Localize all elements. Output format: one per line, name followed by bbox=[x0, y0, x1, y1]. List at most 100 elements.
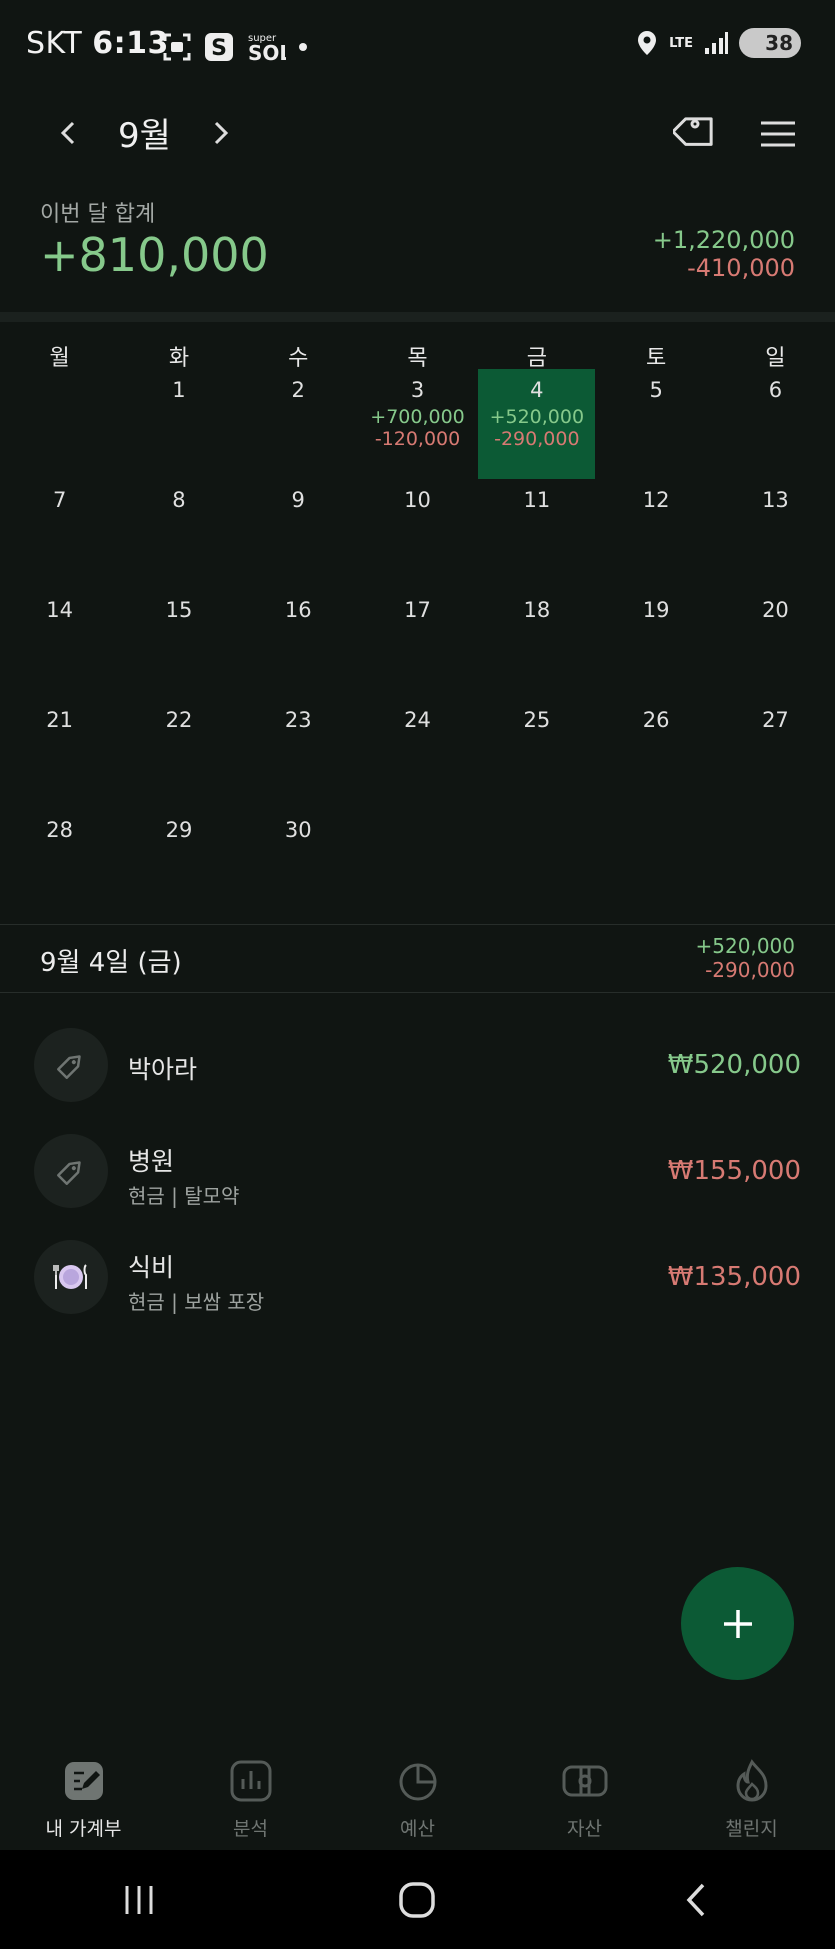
add-transaction-button[interactable] bbox=[681, 1567, 794, 1680]
divider bbox=[0, 924, 835, 925]
network-label: LTE bbox=[669, 35, 693, 51]
battery-level: 38 bbox=[765, 31, 793, 55]
monthly-expense: -410,000 bbox=[687, 254, 795, 282]
calendar-day[interactable]: 21 bbox=[0, 706, 119, 816]
calendar-day[interactable]: 4 +520,000 -290,000 bbox=[477, 369, 596, 486]
tab-challenge[interactable]: 챌린지 bbox=[668, 1740, 835, 1850]
day-number: 10 bbox=[404, 488, 431, 512]
weekday-label: 목 bbox=[407, 346, 428, 371]
plate-icon bbox=[53, 1264, 87, 1289]
selected-date-label: 9월 4일 (금) bbox=[40, 948, 182, 978]
s-app-icon: S bbox=[205, 33, 233, 61]
bar-chart-icon bbox=[226, 1756, 276, 1806]
calendar-day[interactable]: 15 bbox=[119, 596, 238, 706]
weekday-label: 화 bbox=[168, 346, 190, 371]
monthly-total: +810,000 bbox=[40, 228, 269, 282]
calendar-day[interactable]: 17 bbox=[358, 596, 477, 706]
day-number: 11 bbox=[523, 488, 551, 512]
calendar-day[interactable]: 18 bbox=[477, 596, 596, 706]
day-income: +520,000 bbox=[489, 406, 585, 428]
calendar-day[interactable]: 2 bbox=[239, 376, 358, 486]
calendar-day[interactable]: 20 bbox=[716, 596, 835, 706]
calendar-day[interactable]: 29 bbox=[119, 816, 238, 926]
calendar-day[interactable]: 5 bbox=[596, 376, 715, 486]
calendar-day[interactable]: 24 bbox=[358, 706, 477, 816]
day-number: 27 bbox=[762, 708, 789, 732]
day-number: 30 bbox=[284, 818, 312, 842]
bottom-tab-bar: 내 가계부 분석 예산 자산 챌린지 bbox=[0, 1740, 835, 1850]
day-number: 17 bbox=[404, 598, 431, 622]
calendar-day[interactable]: 23 bbox=[239, 706, 358, 816]
transaction-item[interactable]: 박아라 ₩520,000 bbox=[0, 1010, 835, 1116]
tab-label: 자산 bbox=[567, 1818, 602, 1840]
day-income: +700,000 bbox=[370, 406, 465, 428]
selected-day-expense: -290,000 bbox=[705, 958, 795, 982]
calendar-day[interactable]: 12 bbox=[596, 486, 715, 596]
day-number: 20 bbox=[762, 598, 789, 622]
notification-icons: S super SOL bbox=[162, 30, 308, 64]
calendar-day[interactable]: 7 bbox=[0, 486, 119, 596]
transaction-amount: ₩520,000 bbox=[667, 1050, 801, 1080]
selected-day-income: +520,000 bbox=[695, 934, 795, 958]
tab-label: 예산 bbox=[400, 1818, 435, 1840]
day-number: 14 bbox=[46, 598, 74, 622]
calendar-day[interactable]: 19 bbox=[596, 596, 715, 706]
transaction-title: 병원 bbox=[128, 1147, 175, 1176]
prev-month-button[interactable] bbox=[48, 113, 88, 153]
day-number: 26 bbox=[642, 708, 670, 732]
recent-apps-button[interactable] bbox=[0, 1882, 278, 1918]
divider bbox=[0, 992, 835, 993]
carrier-name: SKT bbox=[26, 26, 83, 61]
calendar-day[interactable]: 9 bbox=[239, 486, 358, 596]
calendar: 월 화 수 목 금 토 일 1 2 3 +700,000 -120,000 4 +520,0… bbox=[0, 340, 835, 926]
day-number: 16 bbox=[284, 598, 312, 622]
day-number: 5 bbox=[649, 378, 663, 402]
status-carrier: SKT 6:13 bbox=[26, 26, 169, 61]
screenshot-icon bbox=[163, 33, 191, 61]
day-number: 7 bbox=[52, 488, 67, 512]
transaction-item[interactable]: 식비 현금 | 보쌈 포장 ₩135,000 bbox=[0, 1222, 835, 1328]
calendar-day[interactable]: 30 bbox=[239, 816, 358, 926]
calendar-day[interactable]: 13 bbox=[716, 486, 835, 596]
calendar-day[interactable]: 8 bbox=[119, 486, 238, 596]
back-icon bbox=[686, 1883, 705, 1916]
calendar-day[interactable]: 16 bbox=[239, 596, 358, 706]
svg-text:SOL: SOL bbox=[248, 41, 286, 64]
calendar-day[interactable]: 22 bbox=[119, 706, 238, 816]
calendar-day[interactable]: 11 bbox=[477, 486, 596, 596]
tab-ledger[interactable]: 내 가계부 bbox=[0, 1740, 167, 1850]
tab-analysis[interactable]: 분석 bbox=[167, 1740, 334, 1850]
transaction-amount: ₩135,000 bbox=[667, 1262, 801, 1292]
calendar-day[interactable]: 25 bbox=[477, 706, 596, 816]
day-number: 9 bbox=[291, 488, 305, 512]
menu-button[interactable] bbox=[758, 116, 798, 152]
day-number: 24 bbox=[404, 708, 431, 732]
day-number: 13 bbox=[762, 488, 789, 512]
calendar-day[interactable]: 6 bbox=[716, 376, 835, 486]
category-tag-button[interactable] bbox=[672, 108, 722, 158]
home-icon bbox=[399, 1881, 436, 1918]
monthly-summary-label: 이번 달 합계 bbox=[40, 202, 156, 227]
home-button[interactable] bbox=[278, 1880, 556, 1920]
status-bar: SKT 6:13 S super SOL LTE 38 bbox=[0, 0, 835, 90]
next-month-button[interactable] bbox=[201, 113, 241, 153]
day-number: 8 bbox=[172, 488, 186, 512]
transaction-item[interactable]: 병원 현금 | 탈모약 ₩155,000 bbox=[0, 1116, 835, 1222]
calendar-day[interactable]: 27 bbox=[716, 706, 835, 816]
tab-assets[interactable]: 자산 bbox=[501, 1740, 668, 1850]
day-number: 18 bbox=[523, 598, 551, 622]
month-title[interactable]: 9월 bbox=[118, 108, 171, 157]
calendar-day[interactable]: 10 bbox=[358, 486, 477, 596]
tab-budget[interactable]: 예산 bbox=[334, 1740, 501, 1850]
monthly-income: +1,220,000 bbox=[652, 226, 795, 254]
back-button[interactable] bbox=[557, 1881, 835, 1919]
calendar-day[interactable]: 3 +700,000 -120,000 bbox=[358, 376, 477, 486]
calendar-day[interactable]: 28 bbox=[0, 816, 119, 926]
day-number: 23 bbox=[284, 708, 312, 732]
supersol-icon: superSOL bbox=[248, 33, 286, 64]
calendar-day[interactable]: 14 bbox=[0, 596, 119, 706]
transaction-icon bbox=[34, 1134, 108, 1208]
calendar-day[interactable]: 26 bbox=[596, 706, 715, 816]
dot-icon bbox=[299, 43, 307, 51]
calendar-day[interactable]: 1 bbox=[119, 376, 238, 486]
